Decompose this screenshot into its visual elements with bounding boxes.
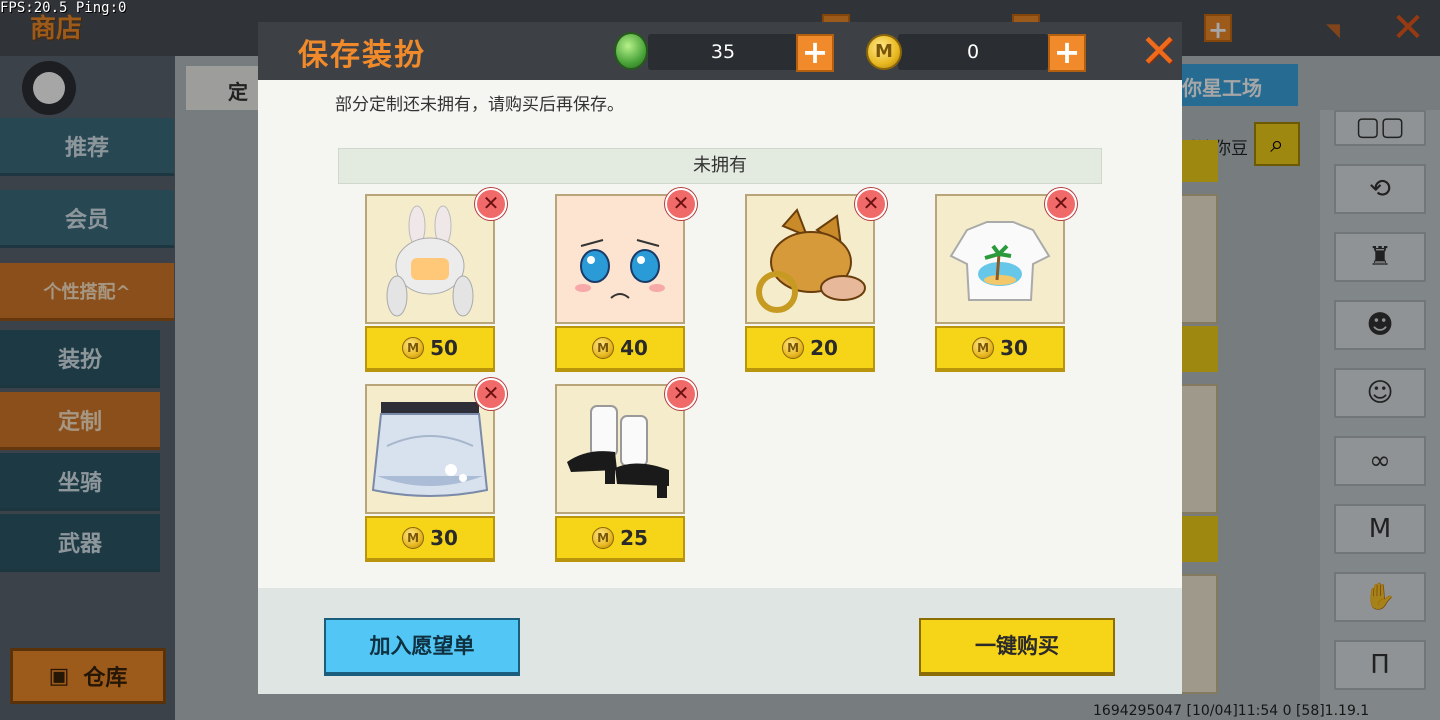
remove-item-button[interactable]: ✕ [475, 188, 507, 220]
item-price: 50 [430, 336, 458, 360]
buy-all-button[interactable]: 一键购买 [919, 618, 1115, 676]
shiba-mask-icon [756, 208, 866, 313]
item-price: 30 [1000, 336, 1028, 360]
item-slot: ✕ M 20 [745, 188, 887, 372]
remove-item-button[interactable]: ✕ [665, 188, 697, 220]
price-button[interactable]: M 50 [365, 326, 495, 372]
item-slot: ✕ M 30 [935, 188, 1077, 372]
fps-counter: FPS:20.5 Ping:0 [0, 0, 127, 16]
add-gem-button[interactable]: + [796, 34, 834, 72]
remove-item-button[interactable]: ✕ [855, 188, 887, 220]
coin-icon: M [866, 34, 902, 70]
coin-icon: M [972, 337, 995, 359]
item-card[interactable] [555, 194, 685, 324]
item-card[interactable] [745, 194, 875, 324]
close-icon[interactable]: ✕ [1136, 28, 1182, 74]
price-button[interactable]: M 30 [935, 326, 1065, 372]
save-outfit-dialog: 保存装扮 35 + 0 M + ✕ 部分定制还未拥有，请购买后再保存。 未拥有 … [258, 22, 1182, 694]
item-slot: ✕ M 40 [555, 188, 697, 372]
remove-item-button[interactable]: ✕ [475, 378, 507, 410]
coin-icon: M [402, 337, 425, 359]
price-button[interactable]: M 30 [365, 516, 495, 562]
item-card[interactable] [365, 194, 495, 324]
price-button[interactable]: M 20 [745, 326, 875, 372]
gem-icon [614, 32, 648, 70]
coin-icon: M [592, 337, 615, 359]
coin-balance: 0 [898, 34, 1048, 70]
coin-icon: M [592, 527, 615, 549]
item-slot: ✕ M 50 [365, 188, 507, 372]
face-icon [557, 196, 683, 322]
item-card[interactable] [365, 384, 495, 514]
price-button[interactable]: M 25 [555, 516, 685, 562]
item-slot: ✕ M 25 [555, 378, 697, 562]
coin-icon: M [402, 527, 425, 549]
price-button[interactable]: M 40 [555, 326, 685, 372]
item-card[interactable] [555, 384, 685, 514]
remove-item-button[interactable]: ✕ [665, 378, 697, 410]
item-price: 30 [430, 526, 458, 550]
add-coin-button[interactable]: + [1048, 34, 1086, 72]
remove-item-button[interactable]: ✕ [1045, 188, 1077, 220]
item-price: 25 [620, 526, 648, 550]
item-slot: ✕ M 30 [365, 378, 507, 562]
dialog-title: 保存装扮 [298, 38, 426, 73]
add-to-wishlist-button[interactable]: 加入愿望单 [324, 618, 520, 676]
shoes-icon [567, 405, 669, 498]
dialog-header: 保存装扮 35 + 0 M + ✕ [258, 22, 1182, 80]
item-price: 20 [810, 336, 838, 360]
dialog-message: 部分定制还未拥有，请购买后再保存。 [335, 95, 624, 115]
coin-icon: M [782, 337, 805, 359]
tshirt-icon [949, 221, 1051, 301]
item-price: 40 [620, 336, 648, 360]
section-title: 未拥有 [338, 148, 1102, 184]
skirt-icon [371, 402, 489, 497]
item-card[interactable] [935, 194, 1065, 324]
gem-balance: 35 [648, 34, 798, 70]
bunny-hair-icon [386, 205, 474, 317]
